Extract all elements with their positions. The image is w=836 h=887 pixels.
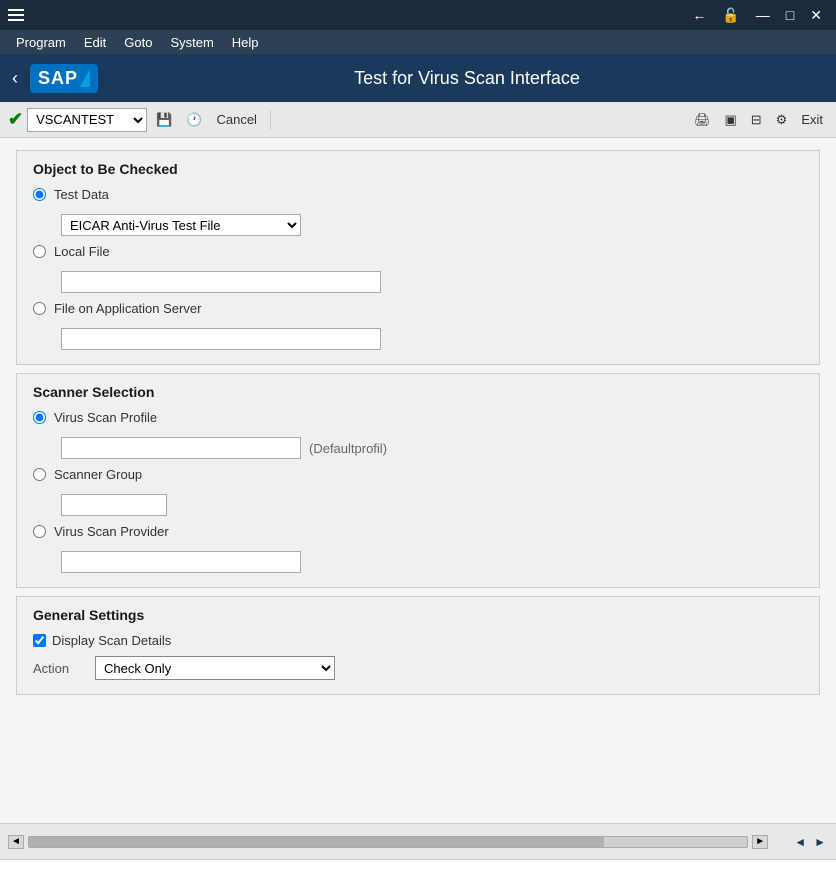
local-file-radio-row: Local File [33,244,803,259]
schedule-button[interactable]: 🕐 [181,109,207,131]
menu-bar: Program Edit Goto System Help [0,30,836,54]
action-row: Action Check Only Scan and Delete Scan a… [33,656,803,680]
title-bar-left [8,9,24,21]
status-input[interactable] [8,866,828,881]
minimize-btn[interactable]: — [750,5,776,25]
nav-left-btn[interactable]: ◄ [792,835,808,849]
title-bar-controls: ← 🔓 — □ ✕ [686,5,828,26]
app-server-radio[interactable] [33,302,46,315]
app-server-subrow [61,328,803,350]
virus-scan-profile-input[interactable] [61,437,301,459]
virus-scan-profile-radio-row: Virus Scan Profile [33,410,803,425]
test-data-subrow: EICAR Anti-Virus Test File Other Test Fi… [61,214,803,236]
virus-scan-provider-subrow [61,551,803,573]
print-button[interactable]: 🖨 [689,109,716,131]
object-section: Object to Be Checked Test Data EICAR Ant… [16,150,820,365]
bottom-status-bar [0,859,836,887]
maximize-btn[interactable]: □ [780,5,800,25]
general-section-title: General Settings [33,607,803,623]
object-section-title: Object to Be Checked [33,161,803,177]
print-icon: 🖨 [694,112,711,128]
virus-scan-provider-radio-row: Virus Scan Provider [33,524,803,539]
sap-logo-triangle [80,69,90,87]
settings-button[interactable]: ⚙ [771,109,793,131]
menu-program[interactable]: Program [8,33,74,52]
title-bar: ← 🔓 — □ ✕ [0,0,836,30]
toolbar-separator [270,110,271,130]
menu-edit[interactable]: Edit [76,33,114,52]
virus-scan-provider-radio[interactable] [33,525,46,538]
scanner-group-radio-row: Scanner Group [33,467,803,482]
exit-button[interactable]: Exit [796,109,828,130]
save-button[interactable]: 💾 [151,109,177,131]
local-file-input[interactable] [61,271,381,293]
menu-system[interactable]: System [162,33,221,52]
test-data-radio-row: Test Data [33,187,803,202]
sap-back-button[interactable]: ‹ [12,68,18,89]
virus-scan-profile-subrow: (Defaultprofil) [61,437,803,459]
action-label: Action [33,661,83,676]
scroll-thumb [29,837,604,847]
scanner-section: Scanner Selection Virus Scan Profile (De… [16,373,820,588]
sap-header: ‹ SAP Test for Virus Scan Interface [0,54,836,102]
nav-arrows: ◄ ► [792,835,828,849]
scroll-left-btn[interactable]: ◄ [8,835,24,849]
lock-icon-btn[interactable]: 🔓 [716,5,745,26]
virus-scan-profile-radio[interactable] [33,411,46,424]
menu-help[interactable]: Help [224,33,267,52]
sap-logo-text: SAP [38,68,78,89]
test-data-label[interactable]: Test Data [54,187,109,202]
scanner-group-radio[interactable] [33,468,46,481]
display-scan-row: Display Scan Details [33,633,803,648]
app-server-label[interactable]: File on Application Server [54,301,201,316]
toolbar-right: 🖨 ▣ ⊟ ⚙ Exit [689,109,828,131]
scroll-track[interactable] [28,836,748,848]
scroll-right-btn[interactable]: ► [752,835,768,849]
layout-icon: ⊟ [751,112,762,128]
nav-right-btn[interactable]: ► [812,835,828,849]
local-file-radio[interactable] [33,245,46,258]
sap-page-title: Test for Virus Scan Interface [110,68,824,89]
schedule-icon: 🕐 [186,112,202,128]
save-icon: 💾 [156,112,172,128]
object-radio-group: Test Data EICAR Anti-Virus Test File Oth… [33,187,803,350]
program-select[interactable]: VSCANTEST [27,108,147,132]
menu-goto[interactable]: Goto [116,33,160,52]
scanner-group-label[interactable]: Scanner Group [54,467,142,482]
virus-scan-provider-label[interactable]: Virus Scan Provider [54,524,169,539]
cancel-label: Cancel [216,112,256,127]
action-dropdown[interactable]: Check Only Scan and Delete Scan and Quar… [95,656,335,680]
nav-back-btn[interactable]: ← [686,5,712,25]
app-server-input[interactable] [61,328,381,350]
test-data-dropdown[interactable]: EICAR Anti-Virus Test File Other Test Fi… [61,214,301,236]
close-btn[interactable]: ✕ [804,5,828,26]
general-section: General Settings Display Scan Details Ac… [16,596,820,695]
cancel-button[interactable]: Cancel [211,109,261,130]
check-icon: ✔ [8,109,23,130]
scanner-group-input[interactable] [61,494,167,516]
default-profil-text: (Defaultprofil) [309,441,387,456]
app-server-radio-row: File on Application Server [33,301,803,316]
toolbar: ✔ VSCANTEST 💾 🕐 Cancel 🖨 ▣ ⊟ ⚙ Exit [0,102,836,138]
scrollbar-area: ◄ ► ◄ ► [0,823,836,859]
settings-icon: ⚙ [776,112,788,128]
toolbar-icon2-btn[interactable]: ▣ [719,109,741,131]
hamburger-menu[interactable] [8,9,24,21]
scanner-group-subrow [61,494,803,516]
display-icon: ▣ [724,112,736,128]
virus-scan-profile-label[interactable]: Virus Scan Profile [54,410,157,425]
display-scan-checkbox[interactable] [33,634,46,647]
local-file-label[interactable]: Local File [54,244,110,259]
main-content: Object to Be Checked Test Data EICAR Ant… [0,138,836,823]
virus-scan-provider-input[interactable] [61,551,301,573]
local-file-subrow [61,271,803,293]
test-data-radio[interactable] [33,188,46,201]
scanner-section-title: Scanner Selection [33,384,803,400]
sap-logo: SAP [30,64,98,93]
exit-label: Exit [801,112,823,127]
display-scan-label[interactable]: Display Scan Details [52,633,171,648]
toolbar-icon3-btn[interactable]: ⊟ [746,109,767,131]
scanner-radio-group: Virus Scan Profile (Defaultprofil) Scann… [33,410,803,573]
